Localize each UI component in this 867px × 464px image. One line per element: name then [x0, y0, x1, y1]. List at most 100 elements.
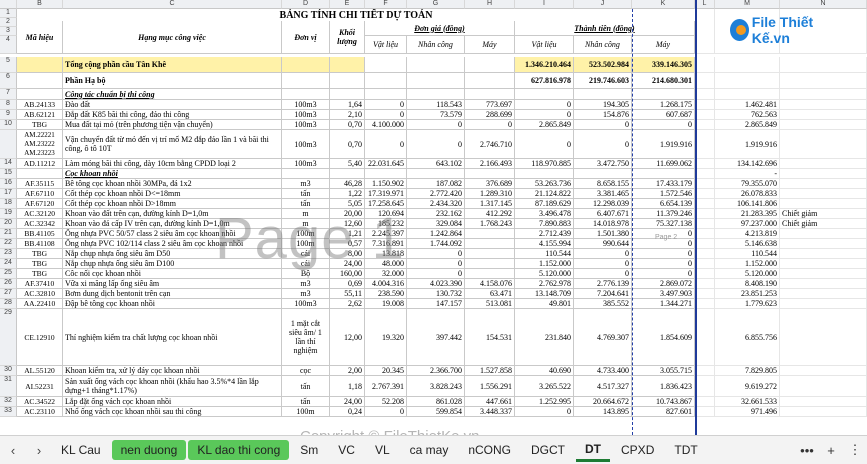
- cell-amount-machine[interactable]: 3.055.715: [632, 366, 695, 376]
- row-header-21[interactable]: 21: [0, 229, 17, 239]
- cell-quantity[interactable]: 55,11: [330, 289, 365, 299]
- cell-quantity[interactable]: 46,28: [330, 179, 365, 189]
- cell-amount-labor[interactable]: 154.876: [574, 110, 632, 120]
- cell-price-machine[interactable]: [465, 249, 515, 259]
- cell-quantity[interactable]: [330, 73, 365, 89]
- cell-price-labor[interactable]: [407, 89, 465, 100]
- cell-price-machine[interactable]: 4.158.076: [465, 279, 515, 289]
- column-header-H[interactable]: H: [465, 0, 515, 9]
- cell-price-material[interactable]: 22.031.645: [365, 159, 407, 169]
- cell-l[interactable]: [695, 376, 715, 397]
- cell-total[interactable]: 971.496: [715, 407, 780, 417]
- row-header-29[interactable]: 29: [0, 309, 17, 366]
- cell-total[interactable]: 21.283.395: [715, 209, 780, 219]
- row-header-22[interactable]: 22: [0, 239, 17, 249]
- cell-price-labor[interactable]: 130.732: [407, 289, 465, 299]
- cell-price-labor[interactable]: 2.772.420: [407, 189, 465, 199]
- cell-price-machine[interactable]: [465, 57, 515, 73]
- cell-amount-material[interactable]: 5.120.000: [515, 269, 574, 279]
- cell-price-labor[interactable]: 4.023.390: [407, 279, 465, 289]
- cell-amount-machine[interactable]: 75.327.138: [632, 219, 695, 229]
- cell-price-material[interactable]: 238.590: [365, 289, 407, 299]
- sheet-tab-vl[interactable]: VL: [366, 440, 399, 460]
- sheet-tab-ca-may[interactable]: ca may: [401, 440, 458, 460]
- cell-amount-machine[interactable]: 214.680.301: [632, 73, 695, 89]
- cell-description[interactable]: Bơm dung dịch bentonit trên cạn: [63, 289, 282, 299]
- cell-amount-labor[interactable]: 194.305: [574, 100, 632, 110]
- cell-amount-material[interactable]: 2.865.849: [515, 120, 574, 130]
- cell-code[interactable]: AL.55120: [17, 366, 63, 376]
- row-header-1[interactable]: 1: [0, 9, 17, 18]
- cell-price-material[interactable]: 0: [365, 110, 407, 120]
- cell-code[interactable]: AB.24133: [17, 100, 63, 110]
- row-header-32[interactable]: 32: [0, 397, 17, 407]
- column-header-J[interactable]: J: [574, 0, 632, 9]
- cell-price-machine[interactable]: 1.317.145: [465, 199, 515, 209]
- cell-note[interactable]: [780, 376, 867, 397]
- cell-code[interactable]: TBG: [17, 259, 63, 269]
- cell-total[interactable]: 79.355.070: [715, 179, 780, 189]
- cell-note[interactable]: [780, 130, 867, 159]
- header-amount-vl[interactable]: Vật liệu: [515, 36, 574, 54]
- cell-amount-labor[interactable]: [574, 89, 632, 100]
- cell-amount-machine[interactable]: 0: [632, 269, 695, 279]
- row-header-28[interactable]: 28: [0, 299, 17, 309]
- cell-l[interactable]: [695, 249, 715, 259]
- cell-description[interactable]: Tổng cộng phần cầu Tân Khê: [63, 57, 282, 73]
- cell-unit[interactable]: 100m3: [282, 299, 330, 309]
- cell-price-machine[interactable]: 1.556.291: [465, 376, 515, 397]
- cell-total[interactable]: 1.919.916: [715, 130, 780, 159]
- cell-amount-material[interactable]: 49.801: [515, 299, 574, 309]
- header-code[interactable]: Mã hiệu: [17, 21, 63, 54]
- cell-amount-material[interactable]: 7.890.883: [515, 219, 574, 229]
- cell-price-machine[interactable]: 1.289.310: [465, 189, 515, 199]
- cell-amount-material[interactable]: 3.265.522: [515, 376, 574, 397]
- cell-unit[interactable]: 1 mặt cắt siêu âm/ 1 lần thí nghiệm: [282, 309, 330, 366]
- cell-code[interactable]: AF.67110: [17, 189, 63, 199]
- select-all-corner[interactable]: [0, 0, 17, 9]
- cell-price-labor[interactable]: 0: [407, 269, 465, 279]
- header-price-nc[interactable]: Nhân công: [407, 36, 465, 54]
- cell-amount-material[interactable]: 0: [515, 110, 574, 120]
- cell-price-labor[interactable]: 2.434.320: [407, 199, 465, 209]
- row-header-9[interactable]: 9: [0, 110, 17, 120]
- cell-l[interactable]: [695, 159, 715, 169]
- cell-unit[interactable]: 100m3: [282, 159, 330, 169]
- cell-amount-labor[interactable]: 0: [574, 269, 632, 279]
- sheet-tab-dt[interactable]: DT: [576, 439, 611, 462]
- cell-price-labor[interactable]: 0: [407, 130, 465, 159]
- cell-unit[interactable]: 100m3: [282, 110, 330, 120]
- cell-l[interactable]: [695, 110, 715, 120]
- cell-description[interactable]: Vữa xi măng lấp ống siêu âm: [63, 279, 282, 289]
- cell-quantity[interactable]: 1,64: [330, 100, 365, 110]
- cell-amount-labor[interactable]: 12.298.039: [574, 199, 632, 209]
- cell-price-material[interactable]: 52.208: [365, 397, 407, 407]
- cell-description[interactable]: Làm móng bãi thi công, dày 10cm bằng CPD…: [63, 159, 282, 169]
- cell-note[interactable]: [780, 100, 867, 110]
- cell-l[interactable]: [695, 279, 715, 289]
- cell-quantity[interactable]: 2,10: [330, 110, 365, 120]
- cell-price-labor[interactable]: 1.242.864: [407, 229, 465, 239]
- row-header-11-13[interactable]: [0, 130, 17, 159]
- cell-amount-material[interactable]: 4.155.994: [515, 239, 574, 249]
- cell-amount-labor[interactable]: 0: [574, 130, 632, 159]
- cell-amount-material[interactable]: [515, 169, 574, 179]
- cell-price-material[interactable]: 0: [365, 130, 407, 159]
- cell-description[interactable]: Khoan kiểm tra, xử lý đáy cọc khoan nhồi: [63, 366, 282, 376]
- cell-note[interactable]: [780, 269, 867, 279]
- cell-l[interactable]: [695, 169, 715, 179]
- cell-amount-labor[interactable]: 14.018.978: [574, 219, 632, 229]
- header-amount-nc[interactable]: Nhân công: [574, 36, 632, 54]
- cell-total[interactable]: 1.462.481: [715, 100, 780, 110]
- cell-unit[interactable]: cọc: [282, 366, 330, 376]
- cell-code[interactable]: [17, 89, 63, 100]
- cell-price-material[interactable]: [365, 169, 407, 179]
- sheet-tab-tdt[interactable]: TDT: [665, 440, 706, 460]
- cell-note[interactable]: [780, 229, 867, 239]
- sheet-tab-cpxd[interactable]: CPXD: [612, 440, 663, 460]
- cell-total[interactable]: 23.851.253: [715, 289, 780, 299]
- row-header-4[interactable]: 4: [0, 36, 17, 54]
- cell-quantity[interactable]: [330, 57, 365, 73]
- cell-price-labor[interactable]: 147.157: [407, 299, 465, 309]
- cell-note[interactable]: [780, 239, 867, 249]
